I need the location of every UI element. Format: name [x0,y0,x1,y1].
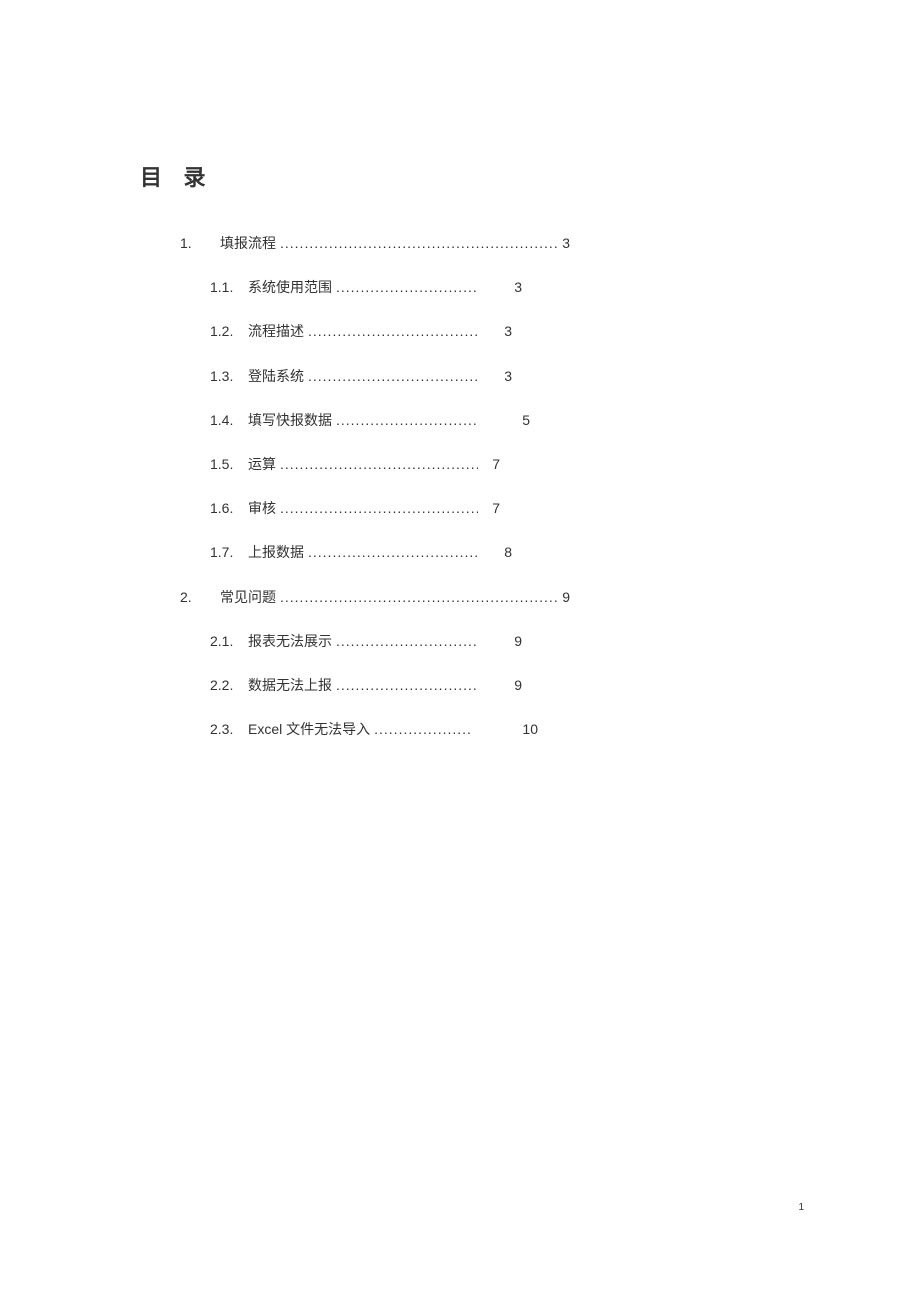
toc-entry-number: 1.4. [210,411,240,429]
toc-entry-number: 1. [180,234,208,252]
toc-entry-number: 1.7. [210,543,240,561]
toc-entry-page: 9 [482,632,522,650]
toc-leader: ........................................… [374,720,470,738]
toc-entry-page: 3 [562,234,570,252]
toc-entry-page: 7 [482,499,500,517]
toc-entry-page: 5 [482,411,530,429]
toc-leader: ........................................… [336,632,478,650]
toc-leader: ........................................… [280,499,478,517]
page-number: 1 [798,1202,804,1213]
toc-entry-page: 9 [482,676,522,694]
toc-entry[interactable]: 1.2. 流程描述 ...............................… [140,322,512,340]
toc-entry-label: 报表无法展示 [248,632,332,650]
toc-entry-number: 1.2. [210,322,240,340]
toc-entry-label: 常见问题 [220,588,276,606]
toc-leader: ........................................… [308,367,478,385]
toc-entry-number: 2.2. [210,676,240,694]
toc-entry-label: 数据无法上报 [248,676,332,694]
toc-entry[interactable]: 2.1. 报表无法展示 .............................… [140,632,522,650]
toc-entry-page: 8 [482,543,512,561]
toc-entry[interactable]: 2.2. 数据无法上报 .............................… [140,676,522,694]
toc-entry[interactable]: 1.4. 填写快报数据 .............................… [140,411,530,429]
toc-entry-label: 审核 [248,499,276,517]
toc-entry-number: 1.6. [210,499,240,517]
toc-entry-page: 10 [474,720,538,738]
toc-leader: ........................................… [336,411,478,429]
toc-entry[interactable]: 1. 填报流程 .................................… [140,234,570,252]
toc-entry-number: 1.5. [210,455,240,473]
toc-entry-label: 登陆系统 [248,367,304,385]
toc-entry[interactable]: 1.1. 系统使用范围 .............................… [140,278,522,296]
toc-entry-label: Excel 文件无法导入 [248,720,370,738]
toc-entry-page: 9 [562,588,570,606]
toc-entry-label: 运算 [248,455,276,473]
toc-title: 目 录 [140,160,780,192]
toc-entry[interactable]: 2.3. Excel 文件无法导入 .......................… [140,720,538,738]
toc-leader: ........................................… [308,543,478,561]
toc-entry-page: 3 [482,278,522,296]
toc-entry-number: 2. [180,588,208,606]
toc-leader: ........................................… [308,322,478,340]
toc-entry-label: 系统使用范围 [248,278,332,296]
toc-entry-number: 1.3. [210,367,240,385]
toc-entry-label: 填写快报数据 [248,411,332,429]
toc-leader: ........................................… [280,588,558,606]
toc-entry-number: 2.3. [210,720,240,738]
toc-entry[interactable]: 1.5. 运算 ................................… [140,455,500,473]
toc-entry[interactable]: 1.6. 审核 ................................… [140,499,500,517]
toc-entry[interactable]: 2. 常见问题 .................................… [140,588,570,606]
toc-entry[interactable]: 1.3. 登陆系统 ...............................… [140,367,512,385]
document-page: 目 录 1. 填报流程 .............................… [0,0,920,738]
toc-entry-page: 3 [482,322,512,340]
toc-leader: ........................................… [280,234,558,252]
toc-entry-page: 3 [482,367,512,385]
toc-entry[interactable]: 1.7. 上报数据 ...............................… [140,543,512,561]
toc-entry-label: 流程描述 [248,322,304,340]
toc-entry-page: 7 [482,455,500,473]
toc-leader: ........................................… [336,676,478,694]
toc-entry-label: 填报流程 [220,234,276,252]
toc-leader: ........................................… [280,455,478,473]
toc-leader: ........................................… [336,278,478,296]
toc-entry-number: 1.1. [210,278,240,296]
toc-entry-number: 2.1. [210,632,240,650]
toc-list: 1. 填报流程 .................................… [140,234,780,738]
toc-entry-label: 上报数据 [248,543,304,561]
